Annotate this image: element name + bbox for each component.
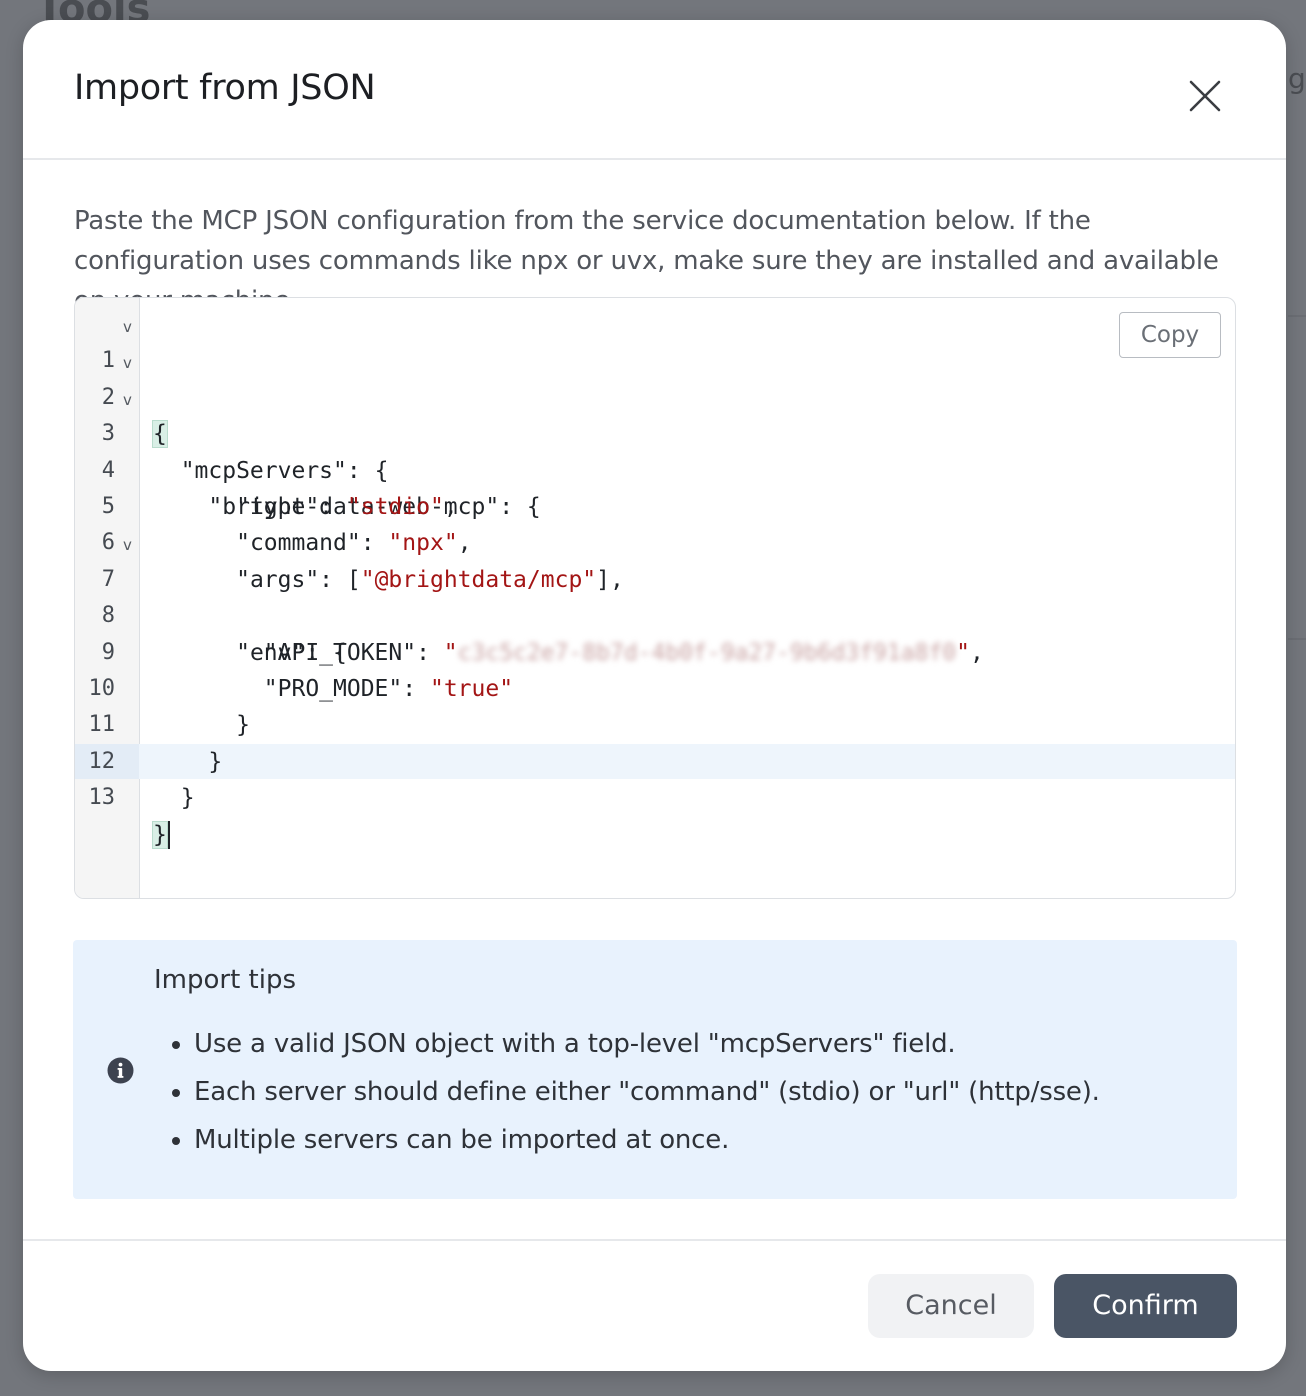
close-icon (1189, 80, 1221, 112)
tips-list: Use a valid JSON object with a top-level… (154, 1020, 1100, 1164)
code-line: 11 } (75, 671, 1235, 774)
import-tips-panel: Import tips Use a valid JSON object with… (73, 940, 1237, 1199)
footer-divider (23, 1239, 1286, 1241)
code-line: 12 } (75, 707, 1235, 811)
tips-title: Import tips (154, 965, 297, 995)
dialog-title: Import from JSON (74, 68, 376, 108)
code-line: 7 v "env": { (75, 525, 1235, 665)
fold-toggle-icon[interactable]: v (123, 382, 132, 418)
tip-item: Use a valid JSON object with a top-level… (194, 1020, 1100, 1068)
matched-brace: } (152, 820, 168, 849)
confirm-button[interactable]: Confirm (1054, 1274, 1237, 1338)
import-json-dialog: Import from JSON Paste the MCP JSON conf… (23, 20, 1286, 1371)
fold-toggle-icon[interactable]: v (123, 527, 132, 563)
code-line: 2 v "mcpServers": { (75, 343, 1235, 483)
fold-toggle-icon[interactable]: v (123, 345, 132, 381)
code-line: 4 "type": "stdio", (75, 416, 1235, 520)
code-line: 5 "command": "npx", (75, 453, 1235, 556)
code-line: 1 v { (75, 307, 1235, 449)
code-line: 6 "args": ["@brightdata/mcp"], (75, 489, 1235, 592)
code-line: 9 "PRO_MODE": "true" (75, 598, 1235, 702)
close-button[interactable] (1183, 74, 1227, 118)
code-line: 3 v "bright-data-web-mcp": { (75, 380, 1235, 520)
background-edge-text: g (1288, 62, 1306, 95)
background-divider (1288, 638, 1306, 640)
background-divider (1288, 315, 1306, 317)
editor-lines: 1 v { 2 v "mcpServers": { 3 v "bright-da… (75, 307, 1235, 849)
code-line: 10 } (75, 635, 1235, 738)
info-icon (107, 1057, 134, 1084)
line-number: 13 (88, 785, 116, 811)
fold-toggle-icon[interactable]: v (123, 309, 132, 345)
code-line-active: 13 } (75, 744, 1235, 849)
dialog-header: Import from JSON (23, 20, 1286, 160)
text-cursor (167, 821, 170, 849)
cancel-button[interactable]: Cancel (868, 1274, 1034, 1338)
copy-button[interactable]: Copy (1119, 312, 1221, 358)
json-editor[interactable]: 1 v { 2 v "mcpServers": { 3 v "bright-da… (74, 297, 1236, 899)
code-line: 8 "API_TOKEN": "c3c5c2e7-8b7d-4b0f-9a27-… (75, 562, 1235, 665)
tip-item: Each server should define either "comman… (194, 1068, 1100, 1116)
tip-item: Multiple servers can be imported at once… (194, 1116, 1100, 1164)
